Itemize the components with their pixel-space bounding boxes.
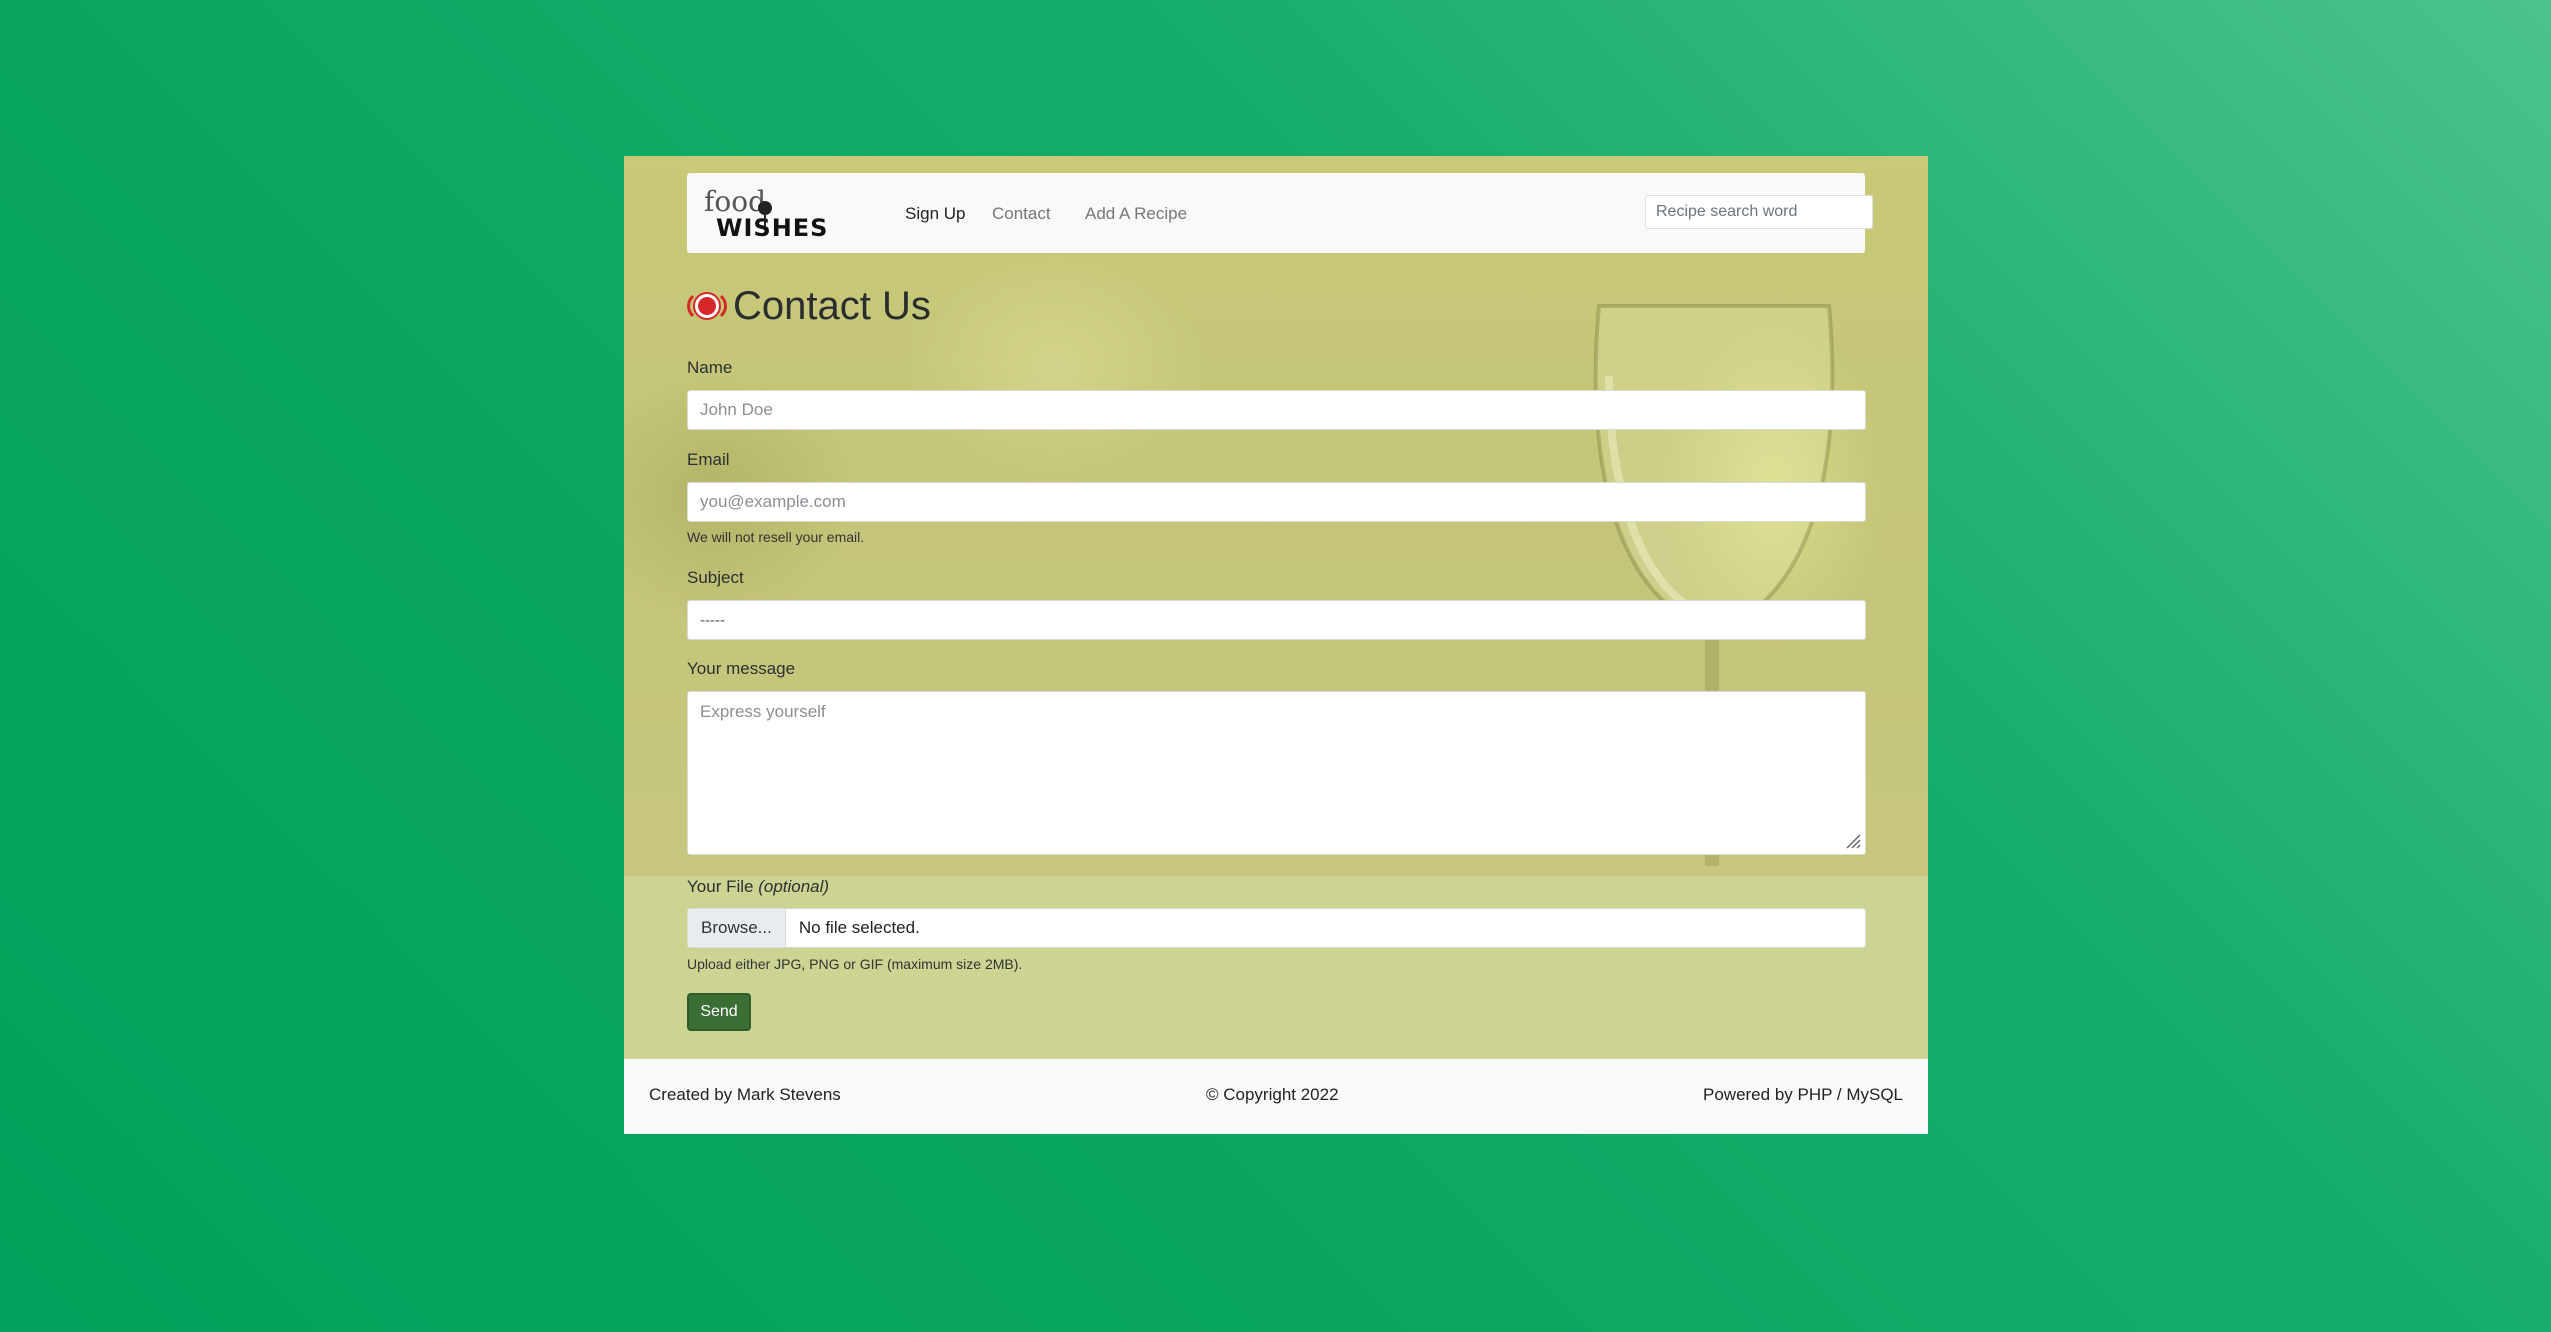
browse-button[interactable]: Browse...	[688, 909, 786, 947]
page-container: food WISHES Sign Up Contact Add A Recipe…	[624, 156, 1928, 1134]
name-input[interactable]	[687, 390, 1866, 430]
food-wishes-logo[interactable]: food WISHES	[702, 187, 857, 239]
message-textarea[interactable]	[687, 691, 1866, 855]
recipe-search-input[interactable]	[1645, 195, 1873, 229]
name-label: Name	[687, 358, 733, 377]
footer: Created by Mark Stevens © Copyright 2022…	[624, 1059, 1928, 1134]
file-status-text: No file selected.	[798, 918, 920, 937]
send-button[interactable]: Send	[687, 993, 751, 1031]
page-title: Contact Us	[733, 283, 931, 328]
message-label: Your message	[687, 659, 796, 678]
file-input[interactable]: Browse... No file selected.	[687, 908, 1866, 948]
nav-link-contact[interactable]: Contact	[992, 204, 1051, 224]
footer-created-by: Created by Mark Stevens	[649, 1085, 841, 1104]
subject-select[interactable]: -----	[687, 600, 1866, 640]
footer-powered-by: Powered by PHP / MySQL	[1703, 1085, 1903, 1104]
resize-grip-icon[interactable]	[1845, 833, 1861, 849]
file-label-optional: (optional)	[758, 877, 830, 896]
file-label: Your File (optional)	[687, 877, 829, 897]
footer-copyright: © Copyright 2022	[1206, 1085, 1339, 1104]
nav-link-add-recipe[interactable]: Add A Recipe	[1085, 204, 1187, 224]
red-plate-icon	[687, 292, 727, 320]
subject-selected-value: -----	[700, 611, 725, 629]
subject-label: Subject	[687, 568, 744, 587]
email-input[interactable]	[687, 482, 1866, 522]
navbar: food WISHES Sign Up Contact Add A Recipe	[687, 173, 1873, 253]
page-heading: Contact Us	[687, 276, 931, 336]
file-label-text: Your File	[687, 877, 754, 896]
email-label: Email	[687, 450, 730, 469]
svg-text:WISHES: WISHES	[716, 214, 828, 239]
nav-link-sign-up[interactable]: Sign Up	[905, 204, 965, 224]
email-help-text: We will not resell your email.	[687, 529, 865, 545]
file-help-text: Upload either JPG, PNG or GIF (maximum s…	[687, 956, 1023, 972]
